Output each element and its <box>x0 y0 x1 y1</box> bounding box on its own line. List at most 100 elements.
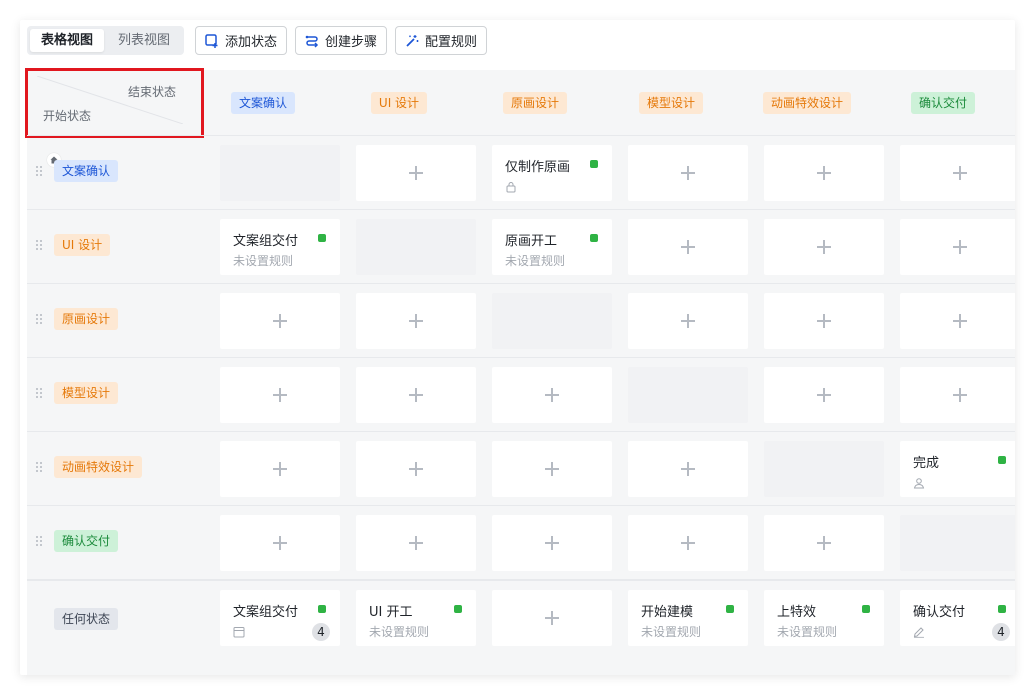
plus-icon <box>545 462 559 476</box>
status-dot <box>590 234 598 242</box>
add-transition-cell[interactable] <box>628 441 748 497</box>
rule-status: 未设置规则 <box>369 625 430 639</box>
transition-name: 文案组交付 <box>233 605 299 620</box>
add-transition-cell[interactable] <box>628 515 748 571</box>
transition-card[interactable]: 仅制作原画 <box>492 145 612 201</box>
plus-icon <box>817 314 831 328</box>
add-transition-cell[interactable] <box>628 219 748 275</box>
row-header: 模型设计 <box>27 358 199 431</box>
matrix-cell-disabled <box>900 515 1015 571</box>
add-transition-cell[interactable] <box>492 515 612 571</box>
matrix-row: UI 设计 文案组交付 未设置规则 原画开工 未设置规则 <box>27 209 1015 283</box>
rule-status: 未设置规则 <box>777 625 838 639</box>
plus-icon <box>817 166 831 180</box>
add-transition-cell[interactable] <box>220 441 340 497</box>
drag-handle-icon[interactable] <box>36 536 44 548</box>
add-transition-cell[interactable] <box>764 515 884 571</box>
state-tag: 动画特效设计 <box>54 456 143 478</box>
list-view-tab[interactable]: 列表视图 <box>107 29 181 52</box>
plus-icon <box>545 388 559 402</box>
create-step-button[interactable]: 创建步骤 <box>295 26 388 55</box>
add-transition-cell[interactable] <box>764 145 884 201</box>
add-transition-cell[interactable] <box>220 515 340 571</box>
config-rules-button[interactable]: 配置规则 <box>395 26 488 55</box>
add-transition-cell[interactable] <box>628 293 748 349</box>
state-tag: 模型设计 <box>54 382 119 404</box>
add-transition-cell[interactable] <box>492 367 612 423</box>
add-state-button[interactable]: 添加状态 <box>195 26 288 55</box>
matrix-row: 确认交付 <box>27 505 1015 579</box>
status-dot <box>590 160 598 168</box>
transition-name: 确认交付 <box>913 605 966 620</box>
transition-card[interactable]: UI 开工 未设置规则 <box>356 590 476 646</box>
transition-card[interactable]: 开始建模 未设置规则 <box>628 590 748 646</box>
matrix-row: 原画设计 <box>27 283 1015 357</box>
row-header: 文案确认 <box>27 136 199 209</box>
drag-handle-icon[interactable] <box>36 314 44 326</box>
add-transition-cell[interactable] <box>900 145 1015 201</box>
drag-handle-icon[interactable] <box>36 240 44 252</box>
add-transition-cell[interactable] <box>356 441 476 497</box>
view-switcher: 表格视图 列表视图 <box>27 26 184 55</box>
add-transition-cell[interactable] <box>900 293 1015 349</box>
plus-icon <box>953 388 967 402</box>
status-dot <box>862 605 870 613</box>
add-transition-cell[interactable] <box>764 219 884 275</box>
add-transition-cell[interactable] <box>764 367 884 423</box>
add-transition-cell[interactable] <box>220 293 340 349</box>
column-header: UI 设计 <box>331 70 467 135</box>
table-view-tab[interactable]: 表格视图 <box>30 29 104 52</box>
add-transition-cell[interactable] <box>356 367 476 423</box>
plus-icon <box>409 388 423 402</box>
state-tag: UI 设计 <box>54 234 111 256</box>
plus-icon <box>681 314 695 328</box>
transition-card[interactable]: 确认交付 4 <box>900 590 1015 646</box>
add-transition-cell[interactable] <box>900 367 1015 423</box>
matrix-cell-disabled <box>220 145 340 201</box>
add-transition-cell[interactable] <box>628 145 748 201</box>
matrix-cell-disabled <box>492 293 612 349</box>
column-header: 动画特效设计 <box>739 70 875 135</box>
add-transition-cell[interactable] <box>356 515 476 571</box>
calendar-icon <box>233 623 245 638</box>
add-transition-cell[interactable] <box>356 293 476 349</box>
plus-icon <box>681 166 695 180</box>
add-transition-cell[interactable] <box>492 590 612 646</box>
add-transition-cell[interactable] <box>764 293 884 349</box>
add-transition-cell[interactable] <box>220 367 340 423</box>
drag-handle-icon[interactable] <box>36 388 44 400</box>
transition-card[interactable]: 文案组交付 未设置规则 <box>220 219 340 275</box>
add-transition-cell[interactable] <box>356 145 476 201</box>
toolbar: 表格视图 列表视图 添加状态 创建步骤 配置规则 <box>20 20 1015 70</box>
start-state-label: 开始状态 <box>43 109 92 123</box>
add-transition-cell[interactable] <box>900 219 1015 275</box>
state-tag: 文案确认 <box>54 160 119 182</box>
transition-card[interactable]: 文案组交付 4 <box>220 590 340 646</box>
drag-handle-icon[interactable] <box>36 462 44 474</box>
status-dot <box>454 605 462 613</box>
row-header: UI 设计 <box>27 210 199 283</box>
column-header: 文案确认 <box>195 70 331 135</box>
status-dot <box>726 605 734 613</box>
state-tag: 文案确认 <box>230 91 295 114</box>
plus-icon <box>953 166 967 180</box>
matrix-cell-disabled <box>764 441 884 497</box>
transition-matrix: 结束状态 开始状态 文案确认 UI 设计 原画设计 模型设计 动画特效设计 确认… <box>25 68 1015 675</box>
plus-icon <box>273 314 287 328</box>
rule-status: 未设置规则 <box>505 254 566 268</box>
plus-icon <box>545 611 559 625</box>
add-transition-cell[interactable] <box>492 441 612 497</box>
plus-icon <box>409 462 423 476</box>
transition-name: UI 开工 <box>369 605 413 620</box>
row-header: 原画设计 <box>27 284 199 357</box>
transition-card[interactable]: 原画开工 未设置规则 <box>492 219 612 275</box>
drag-handle-icon[interactable] <box>36 166 44 178</box>
column-header: 模型设计 <box>603 70 739 135</box>
add-state-icon <box>205 33 219 48</box>
plus-icon <box>681 462 695 476</box>
plus-icon <box>409 166 423 180</box>
transition-card[interactable]: 上特效 未设置规则 <box>764 590 884 646</box>
state-tag: 模型设计 <box>638 91 703 114</box>
transition-card[interactable]: 完成 <box>900 441 1015 497</box>
status-dot <box>318 234 326 242</box>
